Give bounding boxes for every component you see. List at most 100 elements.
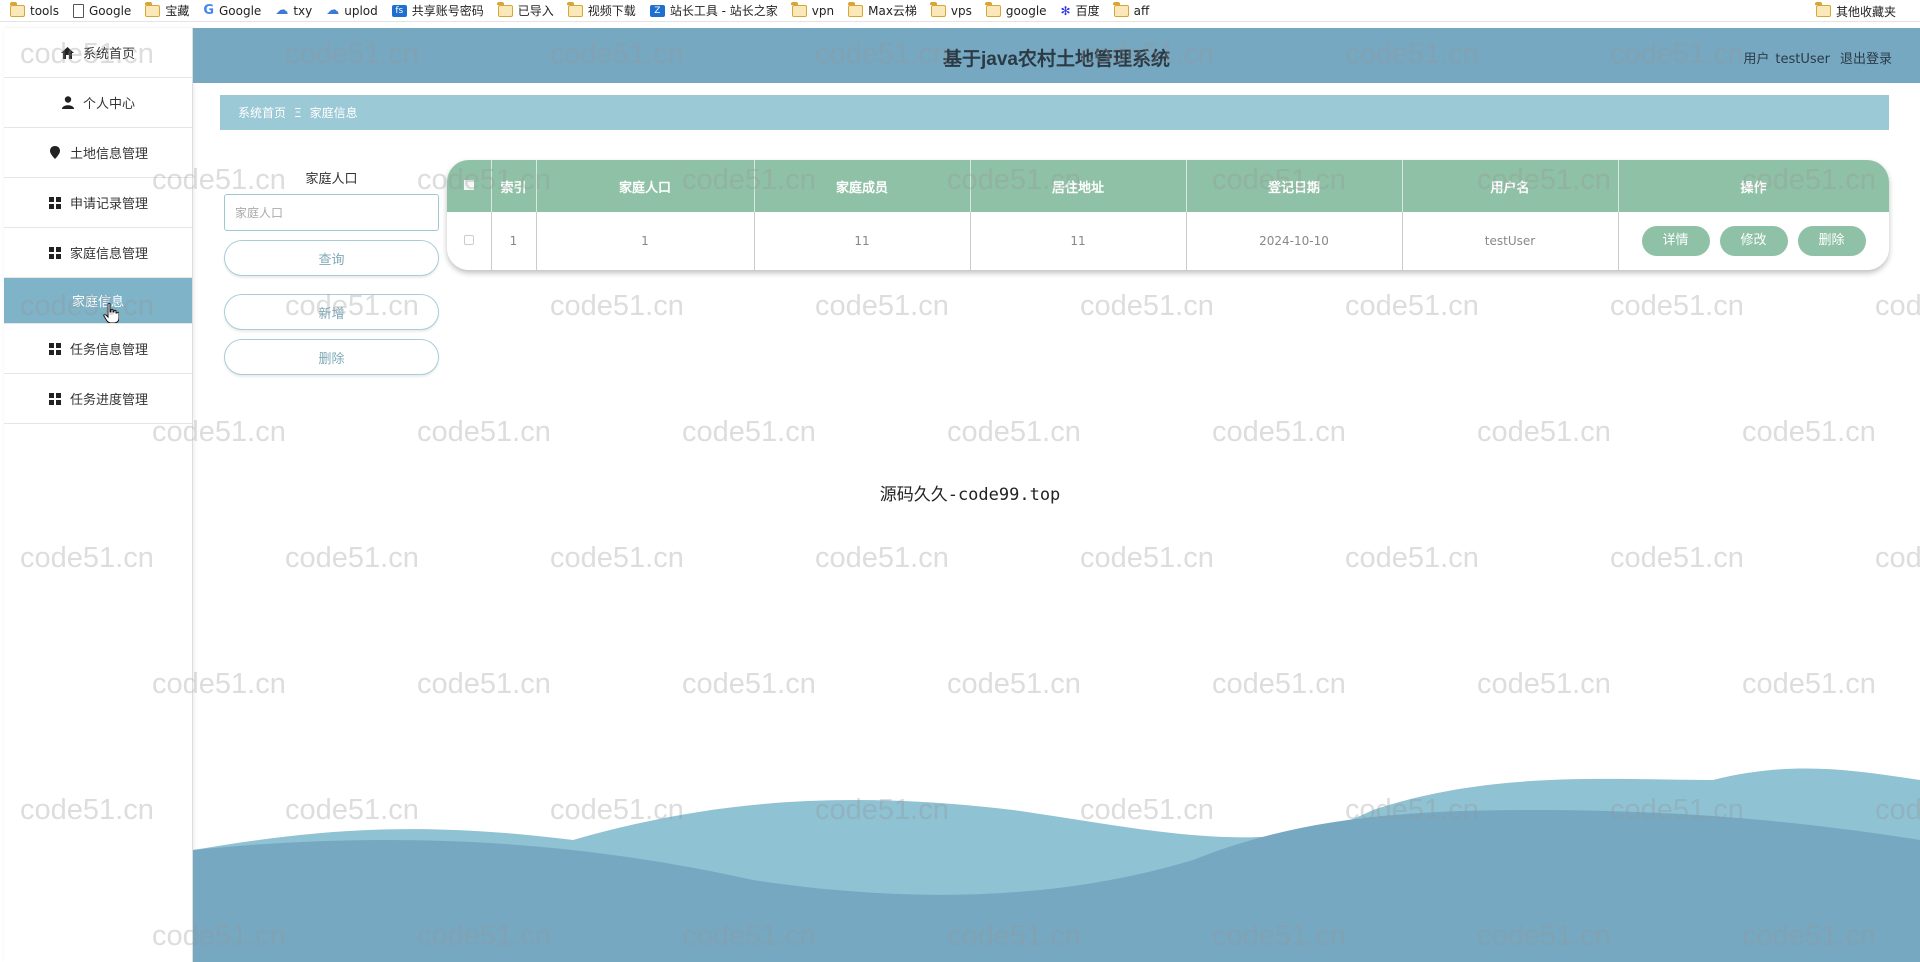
- watermark-text: code51.cn: [947, 668, 1081, 700]
- sidebar-item-application-records[interactable]: 申请记录管理: [4, 178, 192, 228]
- delete-button[interactable]: 删除: [1797, 225, 1866, 256]
- folder-icon: [1815, 2, 1831, 17]
- watermark-text: code51.cn: [417, 668, 551, 700]
- top-header: 基于java农村土地管理系统 用户 testUser 退出登录: [193, 28, 1920, 83]
- watermark-text: code51.cn: [1080, 290, 1214, 322]
- bookmark-other[interactable]: 其他收藏夹: [1815, 0, 1896, 21]
- cell-population: 1: [536, 212, 755, 270]
- batch-delete-button[interactable]: 删除: [224, 339, 439, 375]
- sidebar-item-land-info[interactable]: 土地信息管理: [4, 128, 192, 178]
- sidebar-item-label: 申请记录管理: [69, 197, 148, 212]
- sidebar-item-label: 任务进度管理: [69, 393, 148, 408]
- bookmark-uplod[interactable]: ☁ uplod: [326, 3, 378, 18]
- bookmark-google-folder[interactable]: google: [985, 1, 1047, 18]
- cell-username: testUser: [1402, 212, 1619, 270]
- sidebar-item-task-progress[interactable]: 任务进度管理: [4, 374, 192, 424]
- search-input[interactable]: [224, 194, 439, 231]
- column-header[interactable]: 家庭成员: [754, 160, 971, 212]
- breadcrumb-current: 家庭信息: [309, 106, 358, 120]
- logout-link[interactable]: 退出登录: [1840, 52, 1892, 67]
- sidebar-item-home[interactable]: 系统首页: [4, 28, 192, 78]
- table-row: 1 1 11 11 2024-10-10 testUser 详情 修改 删除: [447, 212, 1889, 270]
- detail-button[interactable]: 详情: [1641, 225, 1710, 256]
- page-title: 基于java农村土地管理系统: [943, 49, 1170, 70]
- breadcrumb: 系统首页 Ξ 家庭信息: [220, 95, 1889, 130]
- row-select-cell[interactable]: [447, 212, 492, 270]
- column-header[interactable]: 登记日期: [1186, 160, 1403, 212]
- pin-icon: [48, 146, 62, 160]
- watermark-text: code51.cn: [682, 416, 816, 448]
- sidebar-item-label: 土地信息管理: [69, 147, 148, 162]
- home-icon: [61, 46, 75, 60]
- chinaz-icon: Z: [649, 4, 665, 17]
- folder-icon: [1113, 1, 1129, 17]
- bookmark-vps[interactable]: vps: [930, 1, 972, 18]
- watermark-text: code51.cn: [1345, 542, 1479, 574]
- sidebar-item-family-info[interactable]: 家庭信息: [4, 278, 192, 324]
- bookmark-tools[interactable]: tools: [9, 1, 59, 18]
- watermark-text: code51.cn: [947, 416, 1081, 448]
- column-header: 操作: [1618, 160, 1889, 212]
- watermark-text: code51.cn: [550, 290, 684, 322]
- bookmark-shared-accounts[interactable]: fs 共享账号密码: [391, 2, 484, 19]
- add-button[interactable]: 新增: [224, 294, 439, 330]
- folder-icon: [9, 1, 25, 17]
- bookmark-imported[interactable]: 已导入: [497, 1, 554, 19]
- source-text: 源码久久-code99.top: [879, 485, 1061, 505]
- sidebar-item-label: 个人中心: [82, 97, 135, 112]
- watermark-text: code51.cn: [1477, 668, 1611, 700]
- grid-icon: [48, 392, 62, 406]
- grid-icon: [48, 196, 62, 210]
- select-all-cell[interactable]: [447, 160, 492, 212]
- watermark-text: code51.cn: [1875, 290, 1920, 322]
- bookmark-google-2[interactable]: G Google: [203, 3, 261, 18]
- column-header[interactable]: 家庭人口: [536, 160, 755, 212]
- sidebar-item-profile[interactable]: 个人中心: [4, 78, 192, 128]
- cell-date: 2024-10-10: [1186, 212, 1403, 270]
- bookmark-max[interactable]: Max云梯: [847, 1, 917, 19]
- folder-icon: [144, 1, 161, 17]
- bookmark-vpn[interactable]: vpn: [791, 1, 834, 18]
- cell-members: 11: [754, 212, 971, 270]
- data-table: 索引 家庭人口 家庭成员 居住地址 登记日期 用户名 操作 1 1 11 11 …: [447, 160, 1889, 270]
- watermark-text: code51.cn: [1742, 668, 1876, 700]
- bookmark-aff[interactable]: aff: [1113, 1, 1149, 18]
- watermark-text: code51.cn: [550, 542, 684, 574]
- watermark-text: code51.cn: [815, 542, 949, 574]
- folder-icon: [985, 1, 1001, 17]
- breadcrumb-separator: Ξ: [294, 105, 302, 120]
- bookmark-chinaz[interactable]: Z 站长工具 - 站长之家: [649, 2, 778, 19]
- edit-button[interactable]: 修改: [1719, 225, 1788, 256]
- sidebar-item-family-management[interactable]: 家庭信息管理: [4, 228, 192, 278]
- bookmarks-bar: tools Google 宝藏 G Google ☁ txy ☁ uplod fs 共享…: [0, 0, 1920, 22]
- select-all-checkbox[interactable]: [463, 179, 474, 190]
- watermark-text: code51.cn: [815, 290, 949, 322]
- column-header: 索引: [491, 160, 537, 212]
- watermark-text: code51.cn: [285, 542, 419, 574]
- cell-address: 11: [970, 212, 1187, 270]
- row-checkbox[interactable]: [463, 234, 474, 245]
- baidu-icon: ✻: [1060, 3, 1071, 18]
- column-header[interactable]: 用户名: [1402, 160, 1619, 212]
- sidebar-item-task-info[interactable]: 任务信息管理: [4, 324, 192, 374]
- watermark-text: code51.cn: [1875, 542, 1920, 574]
- sidebar-item-label: 家庭信息管理: [69, 247, 148, 262]
- bookmark-baidu[interactable]: ✻ 百度: [1061, 2, 1100, 19]
- bookmark-video-download[interactable]: 视频下载: [567, 1, 636, 19]
- sidebar-item-label: 任务信息管理: [69, 343, 148, 358]
- user-icon: [61, 96, 75, 110]
- folder-icon: [567, 1, 583, 17]
- breadcrumb-home[interactable]: 系统首页: [238, 104, 286, 121]
- watermark-text: code51.cn: [1610, 542, 1744, 574]
- bookmark-google[interactable]: Google: [72, 3, 131, 18]
- query-button[interactable]: 查询: [224, 240, 439, 276]
- watermark-text: code51.cn: [682, 668, 816, 700]
- watermark-text: code51.cn: [1742, 416, 1876, 448]
- fs-icon: fs: [391, 4, 407, 17]
- bookmark-baozang[interactable]: 宝藏: [144, 1, 189, 19]
- table-header-row: 索引 家庭人口 家庭成员 居住地址 登记日期 用户名 操作: [447, 160, 1889, 212]
- bookmark-txy[interactable]: ☁ txy: [275, 3, 312, 18]
- folder-icon: [497, 1, 513, 17]
- cloud-icon: ☁: [275, 3, 289, 18]
- column-header[interactable]: 居住地址: [970, 160, 1187, 212]
